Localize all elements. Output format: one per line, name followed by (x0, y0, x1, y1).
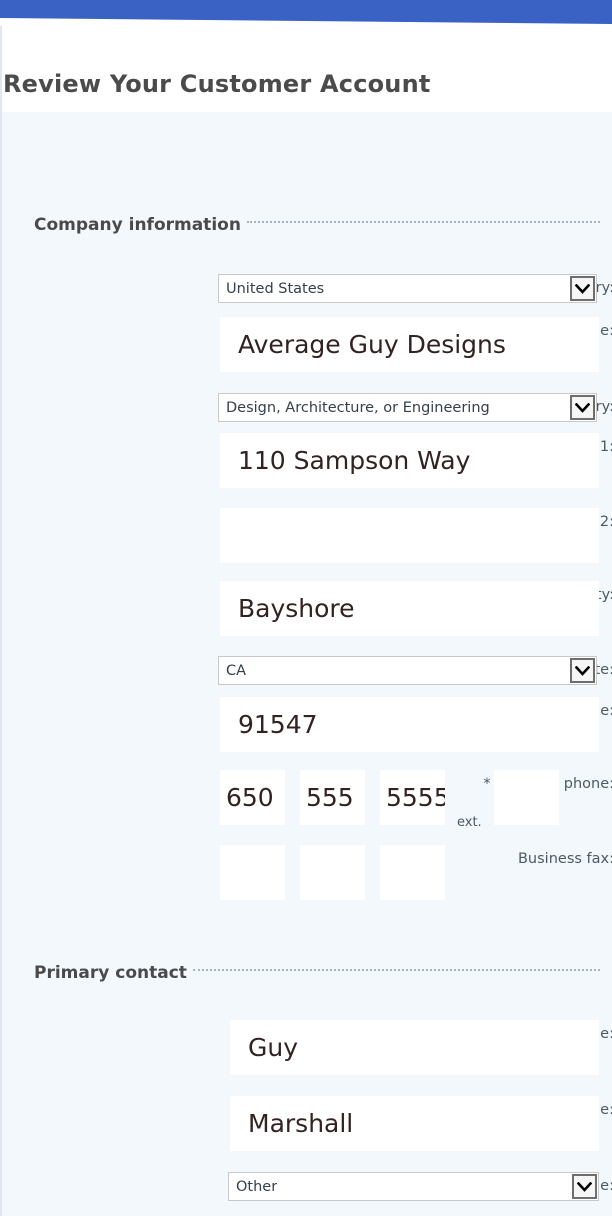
chevron-down-icon[interactable] (570, 276, 595, 301)
select-industry-value: Design, Architecture, or Engineering (226, 399, 490, 416)
section-rule (192, 969, 600, 971)
select-country-value: United States (226, 280, 325, 297)
section-header-company: Company information (34, 215, 600, 235)
input-last-name-value: Marshall (248, 1109, 354, 1138)
section-header-contact: Primary contact (34, 963, 600, 983)
input-company-name-value: Average Guy Designs (238, 330, 506, 359)
input-phone-prefix[interactable]: 555 (300, 770, 365, 825)
input-address2[interactable] (220, 508, 599, 563)
chevron-down-icon[interactable] (570, 395, 595, 420)
section-rule (246, 221, 600, 223)
input-fax-line[interactable] (380, 845, 445, 900)
input-first-name-value: Guy (248, 1033, 299, 1062)
input-zip[interactable]: 91547 (220, 697, 599, 752)
input-zip-value: 91547 (238, 710, 318, 739)
input-first-name[interactable]: Guy (230, 1020, 599, 1075)
label-phone-ext: ext. (457, 815, 482, 830)
chevron-down-icon[interactable] (572, 1174, 597, 1199)
top-banner (0, 0, 612, 26)
select-industry[interactable]: Design, Architecture, or Engineering (218, 393, 597, 422)
chevron-down-icon[interactable] (570, 658, 595, 683)
input-phone-line[interactable]: 5555 (380, 770, 445, 825)
input-fax-prefix[interactable] (300, 845, 365, 900)
select-country[interactable]: United States (218, 274, 597, 303)
input-city[interactable]: Bayshore (220, 581, 599, 636)
select-job-title[interactable]: Other (228, 1172, 599, 1201)
account-review-form: Company information * Country: United St… (0, 112, 612, 1216)
input-address1[interactable]: 110 Sampson Way (220, 433, 599, 488)
select-state-value: CA (226, 662, 247, 679)
input-last-name[interactable]: Marshall (230, 1096, 599, 1151)
input-phone-prefix-value: 555 (306, 783, 354, 812)
select-job-title-value: Other (236, 1178, 278, 1195)
select-state[interactable]: CA (218, 656, 597, 685)
page-title: Review Your Customer Account (3, 70, 431, 98)
input-phone-line-value: 5555 (386, 783, 445, 812)
title-strip: Review Your Customer Account (0, 26, 612, 112)
input-company-name[interactable]: Average Guy Designs (220, 317, 599, 372)
input-phone-ext[interactable] (494, 770, 559, 825)
input-fax-area[interactable] (220, 845, 285, 900)
section-title-contact: Primary contact (34, 963, 187, 983)
input-phone-area[interactable]: 650 (220, 770, 285, 825)
input-phone-area-value: 650 (226, 783, 274, 812)
section-title-company: Company information (34, 215, 241, 235)
input-address1-value: 110 Sampson Way (238, 446, 471, 475)
input-city-value: Bayshore (238, 594, 355, 623)
